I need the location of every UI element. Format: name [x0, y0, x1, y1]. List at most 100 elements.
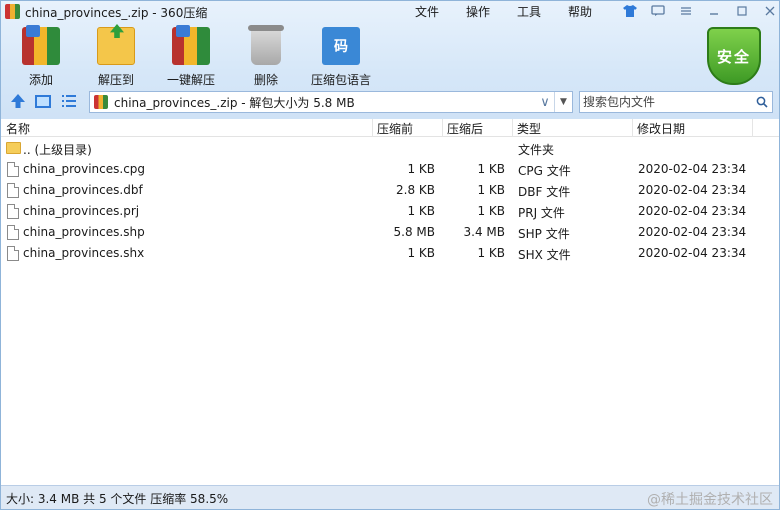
file-modified: 2020-02-04 23:34: [638, 162, 747, 176]
archive-app-icon: [5, 4, 20, 19]
close-icon[interactable]: [759, 2, 780, 20]
file-row[interactable]: china_provinces.cpg 1 KB 1 KB CPG 文件 202…: [1, 159, 779, 180]
address-field[interactable]: china_provinces_.zip - 解包大小为 5.8 MB ∨ ▼: [89, 91, 573, 113]
file-row-parent[interactable]: .. (上级目录) 文件夹: [1, 138, 779, 159]
address-dropdown-icon[interactable]: ▼: [554, 92, 572, 112]
menu-help[interactable]: 帮助: [568, 3, 619, 20]
extract-to-button[interactable]: 解压到: [76, 25, 156, 88]
code-language-label: 压缩包语言: [310, 73, 371, 87]
file-size-before: 2.8 KB: [396, 183, 435, 197]
column-before-size[interactable]: 压缩前: [377, 120, 413, 137]
column-after-size[interactable]: 压缩后: [447, 120, 483, 137]
up-arrow-icon[interactable]: [9, 93, 27, 109]
search-icon[interactable]: [752, 96, 772, 108]
file-size-before: 1 KB: [407, 246, 435, 260]
column-divider[interactable]: [632, 119, 633, 137]
file-modified: 2020-02-04 23:34: [638, 225, 747, 239]
one-click-extract-label: 一键解压: [166, 73, 215, 87]
file-size-before: 1 KB: [407, 204, 435, 218]
column-header: 名称 压缩前 压缩后 类型 修改日期: [1, 119, 779, 137]
column-divider[interactable]: [442, 119, 443, 137]
file-size-before: 1 KB: [407, 162, 435, 176]
delete-label: 删除: [253, 73, 278, 87]
address-path: china_provinces_.zip - 解包大小为 5.8 MB: [114, 95, 355, 110]
file-modified: 2020-02-04 23:34: [638, 183, 747, 197]
add-archive-icon: [22, 25, 60, 65]
list-view-icon[interactable]: [60, 93, 78, 109]
file-type: SHP 文件: [518, 227, 570, 241]
file-list: .. (上级目录) 文件夹 china_provinces.cpg 1 KB 1…: [1, 138, 779, 264]
column-name[interactable]: 名称: [6, 120, 30, 137]
security-shield-label: 安全: [716, 47, 751, 66]
file-modified: 2020-02-04 23:34: [638, 204, 747, 218]
file-icon: [7, 225, 19, 240]
zip-file-icon: [94, 95, 108, 109]
file-name: china_provinces.cpg: [23, 162, 146, 176]
menu-lines-icon[interactable]: [675, 2, 697, 20]
address-bar: china_provinces_.zip - 解包大小为 5.8 MB ∨ ▼: [1, 90, 779, 114]
column-divider[interactable]: [372, 119, 373, 137]
file-size-after: 3.4 MB: [463, 225, 505, 239]
one-click-extract-button[interactable]: 一键解压: [151, 25, 231, 88]
address-chevron-icon[interactable]: ∨: [536, 95, 554, 110]
file-icon: [7, 246, 19, 261]
file-size-before: 5.8 MB: [393, 225, 435, 239]
file-row[interactable]: china_provinces.shp 5.8 MB 3.4 MB SHP 文件…: [1, 222, 779, 243]
file-name: .. (上级目录): [23, 143, 92, 157]
thumbnail-view-icon[interactable]: [34, 93, 52, 109]
file-type: 文件夹: [518, 143, 555, 157]
message-icon[interactable]: [647, 2, 669, 20]
extract-to-label: 解压到: [97, 73, 134, 87]
status-text: 大小: 3.4 MB 共 5 个文件 压缩率 58.5%: [6, 492, 229, 506]
window-title: china_provinces_.zip - 360压缩: [25, 6, 208, 20]
security-shield-badge[interactable]: 安全: [707, 27, 761, 85]
menu-operate[interactable]: 操作: [466, 3, 517, 20]
title-bar: china_provinces_.zip - 360压缩 文件 操作 工具 帮助: [1, 1, 779, 23]
skin-shirt-icon[interactable]: [619, 2, 641, 20]
column-divider[interactable]: [512, 119, 513, 137]
search-box[interactable]: [579, 91, 773, 113]
file-size-after: 1 KB: [477, 204, 505, 218]
add-button[interactable]: 添加: [1, 25, 81, 88]
watermark: @稀土掘金技术社区: [647, 492, 773, 508]
file-row[interactable]: china_provinces.prj 1 KB 1 KB PRJ 文件 202…: [1, 201, 779, 222]
archive-window: china_provinces_.zip - 360压缩 文件 操作 工具 帮助: [0, 0, 780, 510]
trash-bin-icon: [248, 25, 284, 65]
delete-button[interactable]: 删除: [226, 25, 306, 88]
one-click-extract-icon: [172, 25, 210, 65]
window-buttons: [619, 2, 780, 20]
file-type: SHX 文件: [518, 248, 571, 262]
minimize-icon[interactable]: [703, 2, 725, 20]
file-name: china_provinces.dbf: [23, 183, 143, 197]
search-input[interactable]: [580, 95, 752, 109]
file-type: DBF 文件: [518, 185, 571, 199]
maximize-icon[interactable]: [731, 2, 753, 20]
column-modified[interactable]: 修改日期: [637, 120, 685, 137]
file-name: china_provinces.shp: [23, 225, 145, 239]
file-icon: [7, 204, 19, 219]
file-type: CPG 文件: [518, 164, 571, 178]
menu-tools[interactable]: 工具: [517, 3, 568, 20]
add-button-label: 添加: [28, 73, 53, 87]
file-size-after: 1 KB: [477, 183, 505, 197]
code-language-button[interactable]: 码 压缩包语言: [301, 25, 381, 88]
menu-file[interactable]: 文件: [415, 3, 466, 20]
file-size-after: 1 KB: [477, 246, 505, 260]
folder-icon: [6, 142, 21, 154]
file-row[interactable]: china_provinces.shx 1 KB 1 KB SHX 文件 202…: [1, 243, 779, 264]
status-bar: 大小: 3.4 MB 共 5 个文件 压缩率 58.5% @稀土掘金技术社区: [1, 485, 779, 509]
file-size-after: 1 KB: [477, 162, 505, 176]
extract-folder-icon: [97, 27, 135, 65]
file-modified: 2020-02-04 23:34: [638, 246, 747, 260]
column-divider[interactable]: [752, 119, 753, 137]
file-icon: [7, 162, 19, 177]
file-type: PRJ 文件: [518, 206, 565, 220]
code-language-icon: 码: [322, 27, 360, 65]
file-name: china_provinces.shx: [23, 246, 145, 260]
menu-bar: 文件 操作 工具 帮助: [415, 3, 619, 20]
file-row[interactable]: china_provinces.dbf 2.8 KB 1 KB DBF 文件 2…: [1, 180, 779, 201]
file-icon: [7, 183, 19, 198]
file-name: china_provinces.prj: [23, 204, 140, 218]
column-type[interactable]: 类型: [517, 120, 541, 137]
top-chrome: china_provinces_.zip - 360压缩 文件 操作 工具 帮助: [1, 1, 779, 119]
